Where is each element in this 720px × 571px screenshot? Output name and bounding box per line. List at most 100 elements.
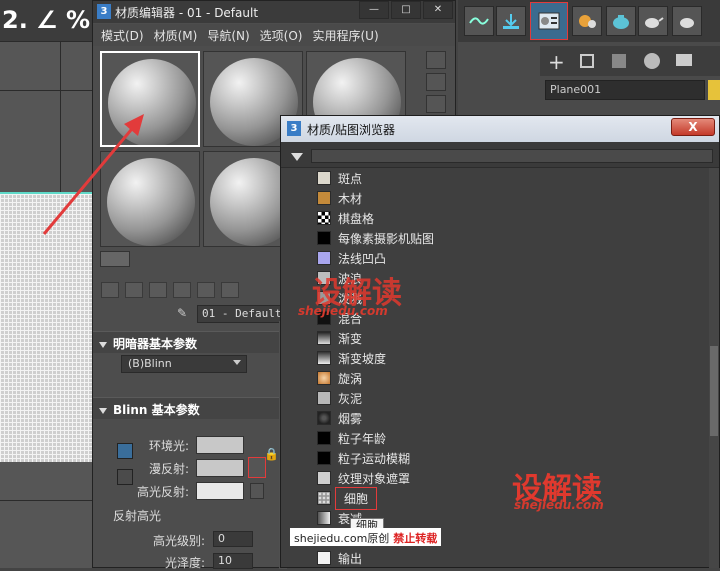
output-thumb-icon — [317, 551, 331, 565]
minimize-button[interactable]: — — [359, 1, 389, 19]
list-item[interactable]: 输出 — [289, 548, 709, 568]
maximize-button[interactable]: □ — [391, 1, 421, 19]
shader-dropdown[interactable]: (B)Blinn — [121, 355, 247, 373]
render-last-icon[interactable] — [672, 6, 702, 36]
checker-thumb-icon — [317, 211, 331, 225]
stucco-thumb-icon — [317, 391, 331, 405]
list-item[interactable]: 木材 — [289, 188, 709, 208]
list-item[interactable]: 灰泥 — [289, 388, 709, 408]
list-item[interactable]: 法线凹凸 — [289, 248, 709, 268]
command-panel-tabs: + — [540, 46, 720, 76]
main-toolbar — [458, 0, 720, 42]
curve-editor-icon[interactable] — [464, 6, 494, 36]
blinn-rollout-header[interactable]: Blinn 基本参数 — [93, 397, 279, 419]
specular-color-swatch[interactable] — [196, 482, 244, 500]
specular-highlights-group: 反射高光 — [113, 509, 162, 523]
camera-map-thumb-icon — [317, 231, 331, 245]
material-editor-menubar: 模式(D) 材质(M) 导航(N) 选项(O) 实用程序(U) — [93, 24, 455, 46]
app-logo-icon: 3 — [287, 121, 301, 136]
display-icon[interactable] — [676, 54, 692, 66]
hierarchy-icon[interactable] — [612, 54, 626, 68]
browser-title: 材质/贴图浏览器 — [307, 122, 396, 137]
lock-ambient-diffuse-icon[interactable] — [117, 443, 133, 459]
smoke-thumb-icon — [317, 411, 331, 425]
lock-icon[interactable]: 🔒 — [264, 447, 279, 461]
chevron-down-icon — [233, 360, 241, 365]
unique-icon[interactable] — [221, 282, 239, 298]
viewport-toolbar: 2. ∠ % — [0, 0, 100, 42]
list-item[interactable]: 粒子年龄 — [289, 428, 709, 448]
object-color-swatch[interactable] — [708, 80, 720, 100]
eyedropper-icon[interactable]: ✎ — [177, 306, 191, 320]
render-setup-icon[interactable] — [496, 6, 526, 36]
render-icon[interactable] — [606, 6, 636, 36]
ambient-color-swatch[interactable] — [196, 436, 244, 454]
annotation-arrow — [42, 114, 144, 235]
render-frame-icon[interactable] — [572, 6, 602, 36]
particle-age-thumb-icon — [317, 431, 331, 445]
ambient-label: 环境光: — [148, 439, 189, 453]
close-button[interactable]: ✕ — [423, 1, 453, 19]
browser-scroll-thumb[interactable] — [710, 346, 718, 436]
search-input[interactable] — [311, 149, 713, 163]
list-item[interactable]: 每像素摄影机贴图 — [289, 228, 709, 248]
list-item[interactable]: 烟雾 — [289, 408, 709, 428]
menu-mode[interactable]: 模式(D) — [101, 27, 144, 44]
put-to-scene-icon[interactable] — [125, 282, 143, 298]
list-item[interactable]: 渐变 — [289, 328, 709, 348]
percent-snap-icon[interactable]: % — [66, 6, 90, 34]
teapot-icon[interactable] — [638, 6, 668, 36]
specular-map-button[interactable] — [250, 483, 264, 499]
viewport-grid-line — [0, 90, 100, 91]
backlight-icon[interactable] — [426, 73, 446, 91]
source-tag: shejiedu.com原创 禁止转载 — [290, 528, 442, 546]
menu-utilities[interactable]: 实用程序(U) — [312, 27, 378, 44]
object-name-field[interactable]: Plane001 — [545, 80, 705, 100]
angle-snap-icon[interactable]: ∠ — [36, 6, 58, 34]
shader-rollout-header[interactable]: 明暗器基本参数 — [93, 331, 279, 353]
menu-options[interactable]: 选项(O) — [260, 27, 303, 44]
falloff-thumb-icon — [317, 511, 331, 525]
browser-close-button[interactable]: X — [671, 118, 715, 136]
background-icon[interactable] — [426, 95, 446, 113]
copy-material-icon[interactable] — [197, 282, 215, 298]
material-editor-icon[interactable] — [530, 2, 568, 40]
list-item[interactable]: 棋盘格 — [289, 208, 709, 228]
menu-navigation[interactable]: 导航(N) — [207, 27, 249, 44]
gradient-ramp-thumb-icon — [317, 351, 331, 365]
slot-scroll-button[interactable] — [100, 251, 130, 267]
menu-material[interactable]: 材质(M) — [154, 27, 198, 44]
delete-icon[interactable] — [173, 282, 191, 298]
snap-toggle-icon[interactable]: 2. — [2, 6, 28, 34]
sample-type-icon[interactable] — [426, 51, 446, 69]
watermark-site: shejiedu.com — [298, 304, 388, 318]
glossiness-spinner[interactable]: 10 — [213, 553, 253, 569]
shader-rollout-title: 明暗器基本参数 — [113, 337, 198, 351]
list-item[interactable]: 斑点 — [289, 168, 709, 188]
specular-label: 高光反射: — [136, 485, 189, 499]
list-item[interactable]: 纹理对象遮罩 — [289, 468, 709, 488]
diffuse-color-swatch[interactable] — [196, 459, 244, 477]
modify-icon[interactable] — [580, 54, 594, 68]
link-icon[interactable] — [117, 469, 133, 485]
motion-icon[interactable] — [644, 53, 660, 69]
glossiness-label: 光泽度: — [164, 556, 205, 570]
create-icon[interactable]: + — [548, 50, 565, 74]
wood-thumb-icon — [317, 191, 331, 205]
specular-level-spinner[interactable]: 0 — [213, 531, 253, 547]
list-item[interactable]: 渐变坡度 — [289, 348, 709, 368]
assign-material-icon[interactable] — [149, 282, 167, 298]
speckle-thumb-icon — [317, 171, 331, 185]
list-item[interactable]: 旋涡 — [289, 368, 709, 388]
list-item-cellular[interactable]: 细胞 — [289, 486, 709, 510]
material-map-browser: 材质/贴图浏览器 3 X 斑点 木材 棋盘格 每像素摄影机贴图 法线凹凸 波浪 … — [280, 115, 720, 568]
diffuse-label: 漫反射: — [148, 462, 189, 476]
source-tag-site: shejiedu.com原创 — [294, 532, 390, 545]
map-list: 斑点 木材 棋盘格 每像素摄影机贴图 法线凹凸 波浪 泼溅 混合 渐变 渐变坡度… — [289, 168, 709, 568]
watermark-site: shejiedu.com — [514, 498, 604, 512]
options-menu-icon[interactable] — [291, 153, 303, 161]
get-material-icon[interactable] — [101, 282, 119, 298]
sample-side-toolbar — [426, 51, 450, 121]
list-item[interactable]: 粒子运动模糊 — [289, 448, 709, 468]
specular-level-label: 高光级别: — [152, 534, 205, 548]
